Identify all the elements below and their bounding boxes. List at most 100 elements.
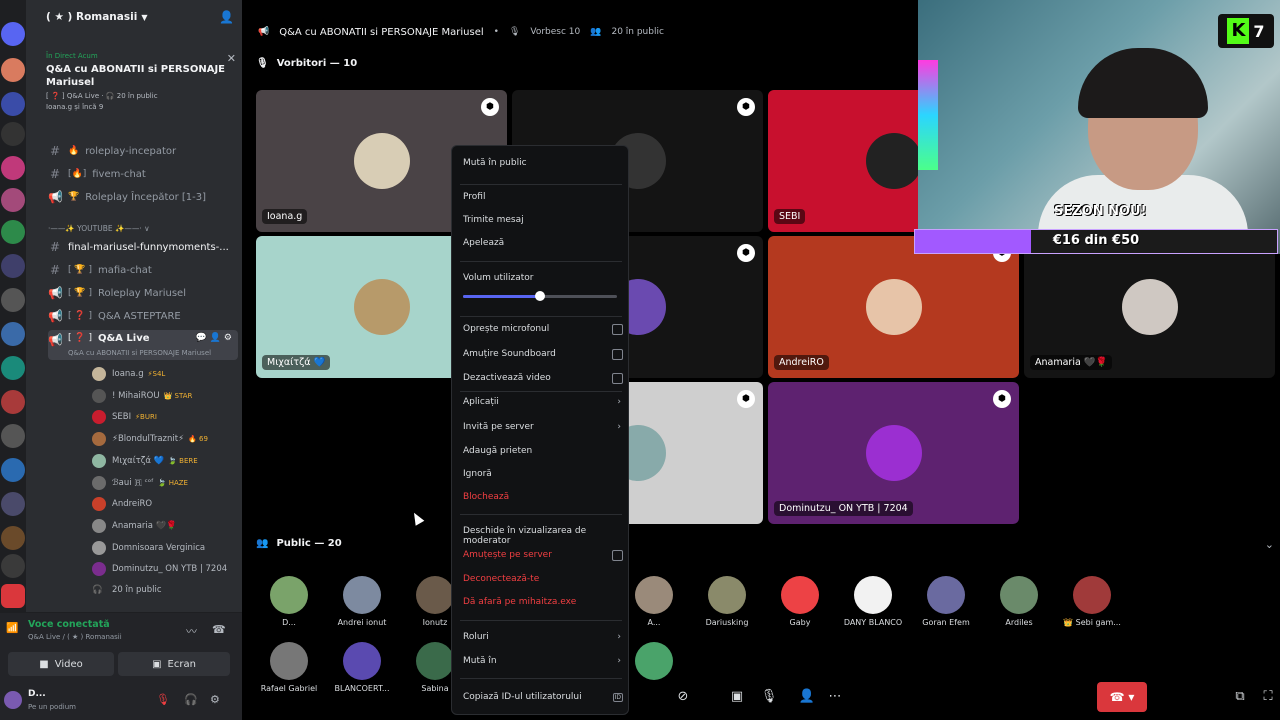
video-button[interactable]: ■ Video <box>8 652 114 676</box>
leave-stage-button[interactable]: ☎ ▾ <box>1097 682 1147 712</box>
audience-member[interactable]: 👑 Sebi gam... <box>1056 576 1128 627</box>
screen-share-button[interactable]: ▣ Ecran <box>118 652 230 676</box>
public-count-row[interactable]: 🎧 20 în public <box>92 581 262 599</box>
menu-invite[interactable]: Invită pe server › <box>463 422 623 432</box>
new-server-icon[interactable] <box>1 584 25 608</box>
audience-member[interactable]: DANY BLANCO <box>837 576 909 627</box>
server-icon[interactable] <box>1 122 25 146</box>
audience-member[interactable]: Dariusking <box>691 576 763 627</box>
server-icon[interactable] <box>1 526 25 550</box>
server-header[interactable]: ( ★ ) Romanasii ▼ 👤 <box>26 0 242 34</box>
checkbox[interactable] <box>612 348 623 360</box>
server-icon[interactable] <box>1 492 25 516</box>
menu-disconnect[interactable]: Deconectează-te <box>463 574 623 584</box>
disconnect-icon[interactable]: ☎ <box>212 623 226 636</box>
channel-item[interactable]: 📢 [ ❓ ] Q&A ASTEPTARE <box>48 306 238 326</box>
close-icon[interactable]: ✕ <box>227 52 236 65</box>
audience-member[interactable]: D... <box>253 576 325 627</box>
server-icon[interactable] <box>1 458 25 482</box>
more-icon[interactable]: ⋯ <box>820 682 850 710</box>
server-icon[interactable] <box>1 254 25 278</box>
server-icon[interactable] <box>1 92 25 116</box>
channel-item[interactable]: # [🔥] fivem-chat <box>48 164 238 184</box>
popout-icon[interactable]: ⧉ <box>1228 682 1252 710</box>
volume-knob[interactable] <box>535 291 545 301</box>
menu-roles[interactable]: Roluri › <box>463 632 623 642</box>
server-icon[interactable] <box>1 390 25 414</box>
voice-user-item[interactable]: AndreiRO <box>92 495 262 513</box>
menu-move-public[interactable]: Mută în public <box>463 158 623 168</box>
checkbox[interactable] <box>612 372 623 384</box>
audience-member[interactable]: Ardiles <box>983 576 1055 627</box>
voice-user-item[interactable]: Mιχαίτζά 💙 🍃 BERE <box>92 452 262 470</box>
menu-mod-view[interactable]: Deschide în vizualizarea de moderator <box>463 526 623 546</box>
headphones-icon[interactable]: 🎧 <box>184 693 198 706</box>
volume-slider[interactable] <box>463 291 617 301</box>
mic-muted-icon[interactable]: 🎙 <box>156 693 170 706</box>
voice-user-item[interactable]: Anamaria 🖤🌹🎙 <box>92 517 262 535</box>
audience-member[interactable]: Rafael Gabriel <box>253 642 325 693</box>
menu-add-friend[interactable]: Adaugă prieten <box>463 446 623 456</box>
voice-user-item[interactable]: ℬaui 🇷 ᶜᵒᶠ 🍃 HAZE <box>92 474 262 492</box>
channel-item[interactable]: 📢 [ 🏆 ] Roleplay Mariusel <box>48 283 238 303</box>
channel-label: Roleplay Mariusel <box>97 287 186 299</box>
chevron-down-icon[interactable]: ⌄ <box>1265 538 1274 551</box>
category-youtube[interactable]: ·——✨ YOUTUBE ✨——· ∨ <box>48 224 150 233</box>
checkbox[interactable] <box>612 323 623 335</box>
server-icon[interactable] <box>1 288 25 312</box>
camera-off-icon[interactable]: ⊘ <box>668 682 698 710</box>
channel-emoji: [ ❓ ] <box>68 311 92 321</box>
mic-off-icon[interactable]: 🎙 <box>754 682 784 710</box>
channel-item[interactable]: # final-mariusel-funnymoments-... <box>48 237 238 257</box>
menu-call[interactable]: Apelează <box>463 238 623 248</box>
channel-item[interactable]: # [ 🏆 ] mafia-chat <box>48 260 238 280</box>
discord-home-icon[interactable] <box>1 22 25 46</box>
fullscreen-icon[interactable]: ⛶ <box>1256 682 1280 710</box>
speaker-tile[interactable]: ⬢AndreiRO <box>768 236 1019 378</box>
menu-mute-soundboard[interactable]: Amuțire Soundboard <box>463 348 623 360</box>
menu-ignore[interactable]: Ignoră <box>463 469 623 479</box>
audience-member[interactable]: Gaby <box>764 576 836 627</box>
menu-apps[interactable]: Aplicații › <box>463 397 623 407</box>
voice-user-item[interactable]: Ioana.g ⚡S4L <box>92 365 262 383</box>
server-icon[interactable] <box>1 356 25 380</box>
add-user-icon[interactable]: 👤 <box>219 10 234 24</box>
menu-move-to[interactable]: Mută în › <box>463 656 623 666</box>
menu-block[interactable]: Blochează <box>463 492 623 502</box>
voice-user-item[interactable]: Dominutzu_ ON YTB | 7204🎙 <box>92 560 262 578</box>
voice-sub[interactable]: Q&A Live / ( ★ ) Romanasii <box>28 633 122 641</box>
invite-icon[interactable]: 👤 <box>792 682 822 710</box>
menu-profile[interactable]: Profil <box>463 192 623 202</box>
server-icon[interactable] <box>1 188 25 212</box>
server-icon[interactable] <box>1 220 25 244</box>
audience-member[interactable]: BLANCOERT... <box>326 642 398 693</box>
noise-suppression-icon[interactable]: 〰 <box>186 623 197 639</box>
avatar[interactable] <box>4 691 22 709</box>
gear-icon[interactable]: ⚙ <box>210 693 220 706</box>
server-icon[interactable] <box>1 554 25 578</box>
speaker-tile[interactable]: ⬢ Dominutzu_ ON YTB | 7204 <box>768 382 1019 524</box>
voice-user-item[interactable]: SEBI ⚡BURI <box>92 408 262 426</box>
settings-icon[interactable]: 💬 👤 ⚙ <box>196 333 232 343</box>
menu-copy-id[interactable]: Copiază ID-ul utilizatorului ID <box>463 692 623 702</box>
voice-user-item[interactable]: ! MihaiROU 👑 STAR <box>92 387 262 405</box>
voice-user-item[interactable]: Domnisoara Verginica🎙 <box>92 539 262 557</box>
channel-item[interactable]: # 🔥 roleplay-incepator <box>48 141 238 161</box>
speaker-tile[interactable]: Anamaria 🖤🌹 <box>1024 236 1275 378</box>
server-icon[interactable] <box>1 322 25 346</box>
voice-user-item[interactable]: ⚡BlondulTraznit⚡ 🔥 69 <box>92 430 262 448</box>
audience-member[interactable]: Goran Efem <box>910 576 982 627</box>
live-stage-card[interactable]: În Direct Acum Q&A cu ABONATII si PERSON… <box>46 52 236 111</box>
menu-mute-mic[interactable]: Oprește microfonul <box>463 323 623 335</box>
channel-item[interactable]: 📢 🏆 Roleplay Începător [1-3] <box>48 187 238 207</box>
server-icon[interactable] <box>1 424 25 448</box>
screen-share-icon[interactable]: ▣ <box>722 682 752 710</box>
menu-message[interactable]: Trimite mesaj <box>463 215 623 225</box>
menu-kick[interactable]: Dă afară pe mihaitza.exe <box>463 597 623 607</box>
audience-member[interactable]: Andrei ionut <box>326 576 398 627</box>
menu-disable-video[interactable]: Dezactivează video <box>463 372 623 384</box>
server-icon[interactable] <box>1 156 25 180</box>
menu-server-mute[interactable]: Amuțește pe server <box>463 549 623 561</box>
checkbox[interactable] <box>612 549 623 561</box>
server-icon[interactable] <box>1 58 25 82</box>
